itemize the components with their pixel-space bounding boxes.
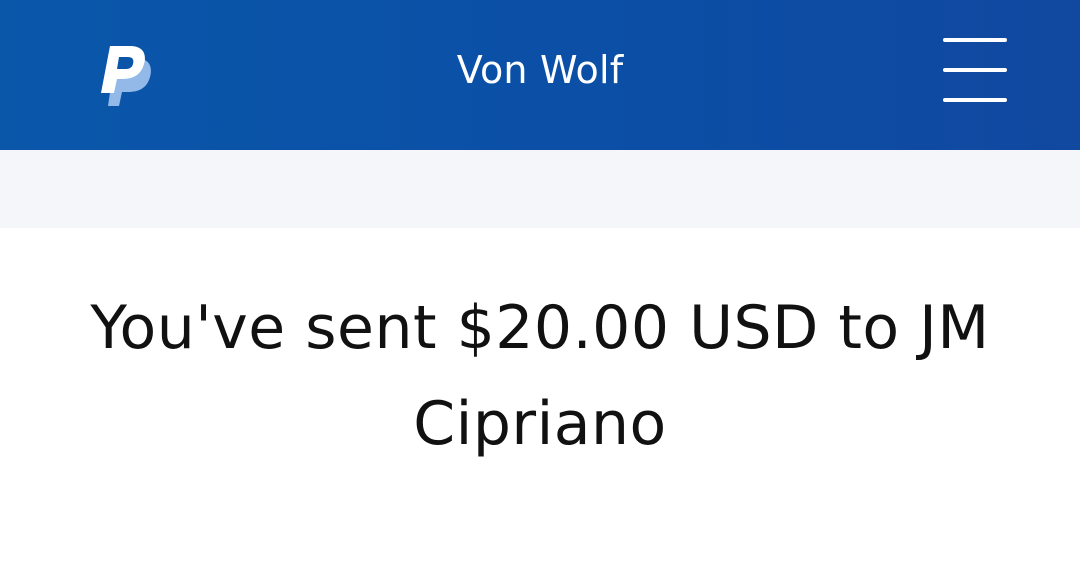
spacer-band: [0, 150, 1080, 228]
hamburger-menu-icon: [943, 38, 1007, 42]
menu-button[interactable]: [934, 30, 1016, 112]
hamburger-menu-icon: [943, 68, 1007, 72]
hamburger-menu-icon: [943, 98, 1007, 102]
app-header: Von Wolf: [0, 0, 1080, 150]
confirmation-message: You've sent $20.00 USD to JM Cipriano: [90, 293, 990, 459]
header-title: Von Wolf: [456, 48, 624, 92]
